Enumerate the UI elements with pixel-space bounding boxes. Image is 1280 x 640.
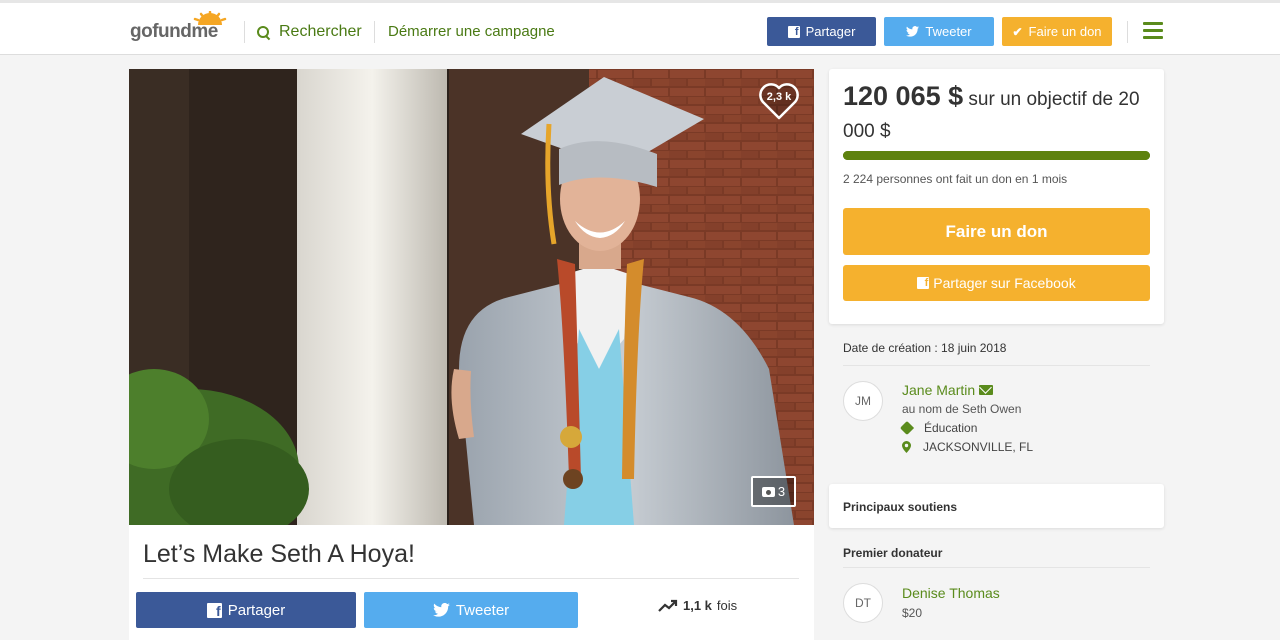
organizer-name-link[interactable]: Jane Martin (902, 382, 994, 398)
header-donate-button[interactable]: ✔ Faire un don (1002, 17, 1112, 46)
search-label: Rechercher (279, 23, 362, 40)
tweet-button[interactable]: Tweeter (364, 592, 578, 628)
twitter-icon (906, 26, 920, 37)
raised-amount: 120 065 $ (843, 81, 964, 111)
divider (843, 567, 1150, 568)
logo-text: gofundme (130, 21, 218, 42)
divider (143, 578, 799, 579)
header-divider (244, 21, 245, 43)
header-share-label: Partager (805, 24, 856, 39)
twitter-icon (432, 603, 450, 617)
donate-button[interactable]: Faire un don (843, 208, 1150, 255)
shares-count: 1,1 k (683, 598, 712, 613)
search-icon (257, 25, 270, 39)
share-facebook-large-button[interactable]: f Partager sur Facebook (843, 265, 1150, 301)
photo-count: 3 (777, 484, 786, 499)
share-facebook-button[interactable]: f Partager (136, 592, 356, 628)
donor-amount: $20 (902, 606, 923, 620)
shares-suffix: fois (716, 598, 738, 613)
trending-up-icon (658, 599, 678, 612)
shares-counter: 1,1 k fois (658, 598, 737, 613)
gofundme-logo[interactable]: gofundme (130, 11, 230, 43)
header-divider (374, 21, 375, 43)
map-pin-icon (902, 441, 911, 453)
amount-raised: 120 065 $ sur un objectif de 20 000 $ (843, 80, 1143, 148)
campaign-photo[interactable] (129, 69, 814, 525)
donor-name[interactable]: Denise Thomas (902, 585, 1000, 601)
beneficiary: au nom de Seth Owen (902, 402, 1022, 416)
progress-bar (843, 151, 1150, 160)
donors-count: 2 224 personnes ont fait un don en 1 moi… (843, 172, 1068, 186)
top-header: gofundme Rechercher Démarrer une campagn… (0, 0, 1280, 55)
header-tweet-label: Tweeter (925, 24, 972, 39)
hamburger-menu-icon[interactable] (1143, 22, 1163, 39)
organizer-name: Jane Martin (902, 382, 976, 398)
share-label: Partager (227, 601, 286, 619)
tweet-label: Tweeter (455, 601, 510, 619)
likes-count: 2,3 k (766, 91, 792, 103)
facebook-icon: f (206, 602, 222, 619)
facebook-icon: f (787, 25, 800, 38)
category: Éducation (924, 421, 978, 435)
tag-icon (899, 420, 915, 436)
search-link[interactable]: Rechercher (257, 21, 362, 43)
divider (843, 365, 1150, 366)
donor-avatar: DT (843, 583, 883, 623)
category-row[interactable]: Éducation (899, 420, 978, 436)
location-row: JACKSONVILLE, FL (902, 440, 1033, 454)
campaign-title: Let’s Make Seth A Hoya! (143, 540, 415, 568)
favorite-heart-button[interactable]: 2,3 k (757, 80, 801, 122)
camera-icon (761, 486, 775, 497)
header-divider (1127, 21, 1128, 43)
first-donor-title: Premier donateur (843, 546, 943, 560)
mail-icon (979, 385, 994, 395)
top-supporters-title: Principaux soutiens (843, 500, 958, 514)
header-donate-label: Faire un don (1028, 24, 1102, 39)
photo-gallery-button[interactable]: 3 (751, 476, 796, 507)
facebook-icon: f (917, 277, 930, 289)
location: JACKSONVILLE, FL (923, 440, 1034, 454)
start-campaign-link[interactable]: Démarrer une campagne (388, 23, 555, 40)
organizer-avatar: JM (843, 381, 883, 421)
header-tweet-button[interactable]: Tweeter (884, 17, 994, 46)
share-facebook-label: Partager sur Facebook (933, 275, 1076, 291)
check-icon: ✔ (1012, 24, 1023, 39)
progress-fill (843, 151, 1150, 160)
created-date: Date de création : 18 juin 2018 (843, 341, 1007, 355)
header-share-facebook-button[interactable]: f Partager (767, 17, 876, 46)
